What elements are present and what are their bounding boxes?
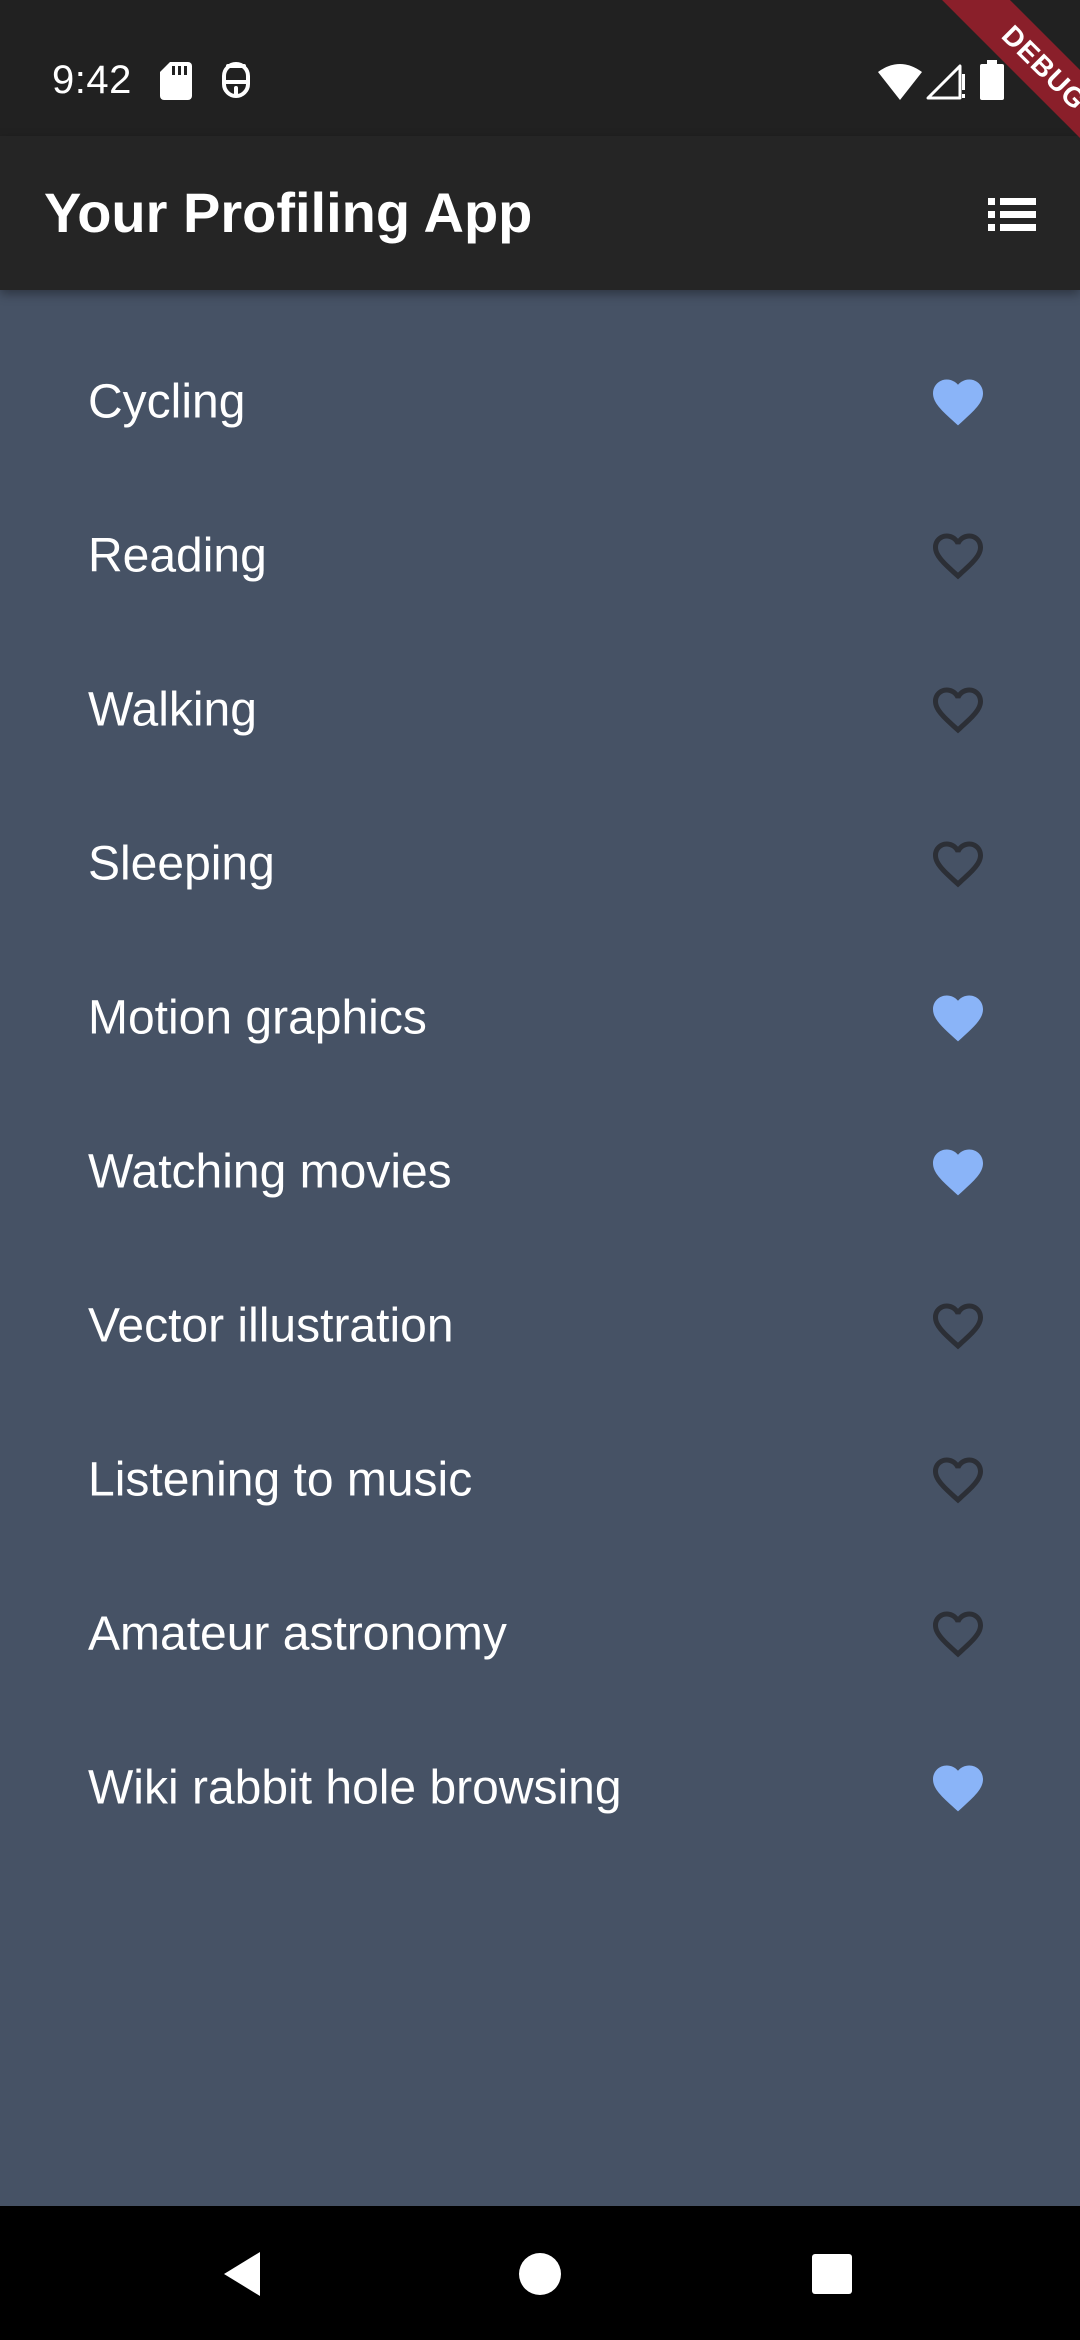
status-bar: 9:42 xyxy=(0,0,1080,136)
app-bar: Your Profiling App xyxy=(0,136,1080,290)
heart-outline-icon[interactable] xyxy=(926,1450,990,1510)
page-title: Your Profiling App xyxy=(44,181,533,244)
list-item[interactable]: Wiki rabbit hole browsing xyxy=(0,1711,1080,1865)
signal-icon xyxy=(926,64,965,100)
list-item-label: Vector illustration xyxy=(88,1299,454,1353)
battery-icon xyxy=(980,60,1004,100)
list-item-label: Watching movies xyxy=(88,1145,452,1199)
back-icon[interactable] xyxy=(220,2250,264,2298)
recents-icon[interactable] xyxy=(812,2254,852,2294)
list-item[interactable]: Listening to music xyxy=(0,1403,1080,1557)
list-item-label: Cycling xyxy=(88,375,246,429)
status-time: 9:42 xyxy=(52,58,132,102)
list-item-label: Walking xyxy=(88,683,257,737)
heart-outline-icon[interactable] xyxy=(926,1604,990,1664)
list-icon[interactable] xyxy=(976,184,1048,244)
list-item-label: Listening to music xyxy=(88,1453,473,1507)
list-item[interactable]: Walking xyxy=(0,633,1080,787)
list-item[interactable]: Amateur astronomy xyxy=(0,1557,1080,1711)
list-item-label: Amateur astronomy xyxy=(88,1607,507,1661)
heart-filled-icon[interactable] xyxy=(926,372,990,432)
heart-outline-icon[interactable] xyxy=(926,680,990,740)
home-icon[interactable] xyxy=(518,2252,562,2296)
list-item[interactable]: Cycling xyxy=(0,325,1080,479)
heart-outline-icon[interactable] xyxy=(926,1296,990,1356)
list-item[interactable]: Motion graphics xyxy=(0,941,1080,1095)
list-item-label: Motion graphics xyxy=(88,991,427,1045)
heart-filled-icon[interactable] xyxy=(926,988,990,1048)
heart-outline-icon[interactable] xyxy=(926,526,990,586)
wifi-icon xyxy=(878,64,922,100)
heart-outline-icon[interactable] xyxy=(926,834,990,894)
accessibility-icon xyxy=(222,62,250,98)
list-item-label: Sleeping xyxy=(88,837,275,891)
navigation-bar xyxy=(0,2206,1080,2340)
list-item[interactable]: Vector illustration xyxy=(0,1249,1080,1403)
interest-list: Cycling Reading Walking Sleeping Motion grap… xyxy=(0,290,1080,2206)
heart-filled-icon[interactable] xyxy=(926,1758,990,1818)
sd-card-icon xyxy=(160,62,192,100)
list-item[interactable]: Sleeping xyxy=(0,787,1080,941)
heart-filled-icon[interactable] xyxy=(926,1142,990,1202)
list-item[interactable]: Reading xyxy=(0,479,1080,633)
list-item-label: Reading xyxy=(88,529,267,583)
list-item-label: Wiki rabbit hole browsing xyxy=(88,1761,622,1815)
list-item[interactable]: Watching movies xyxy=(0,1095,1080,1249)
